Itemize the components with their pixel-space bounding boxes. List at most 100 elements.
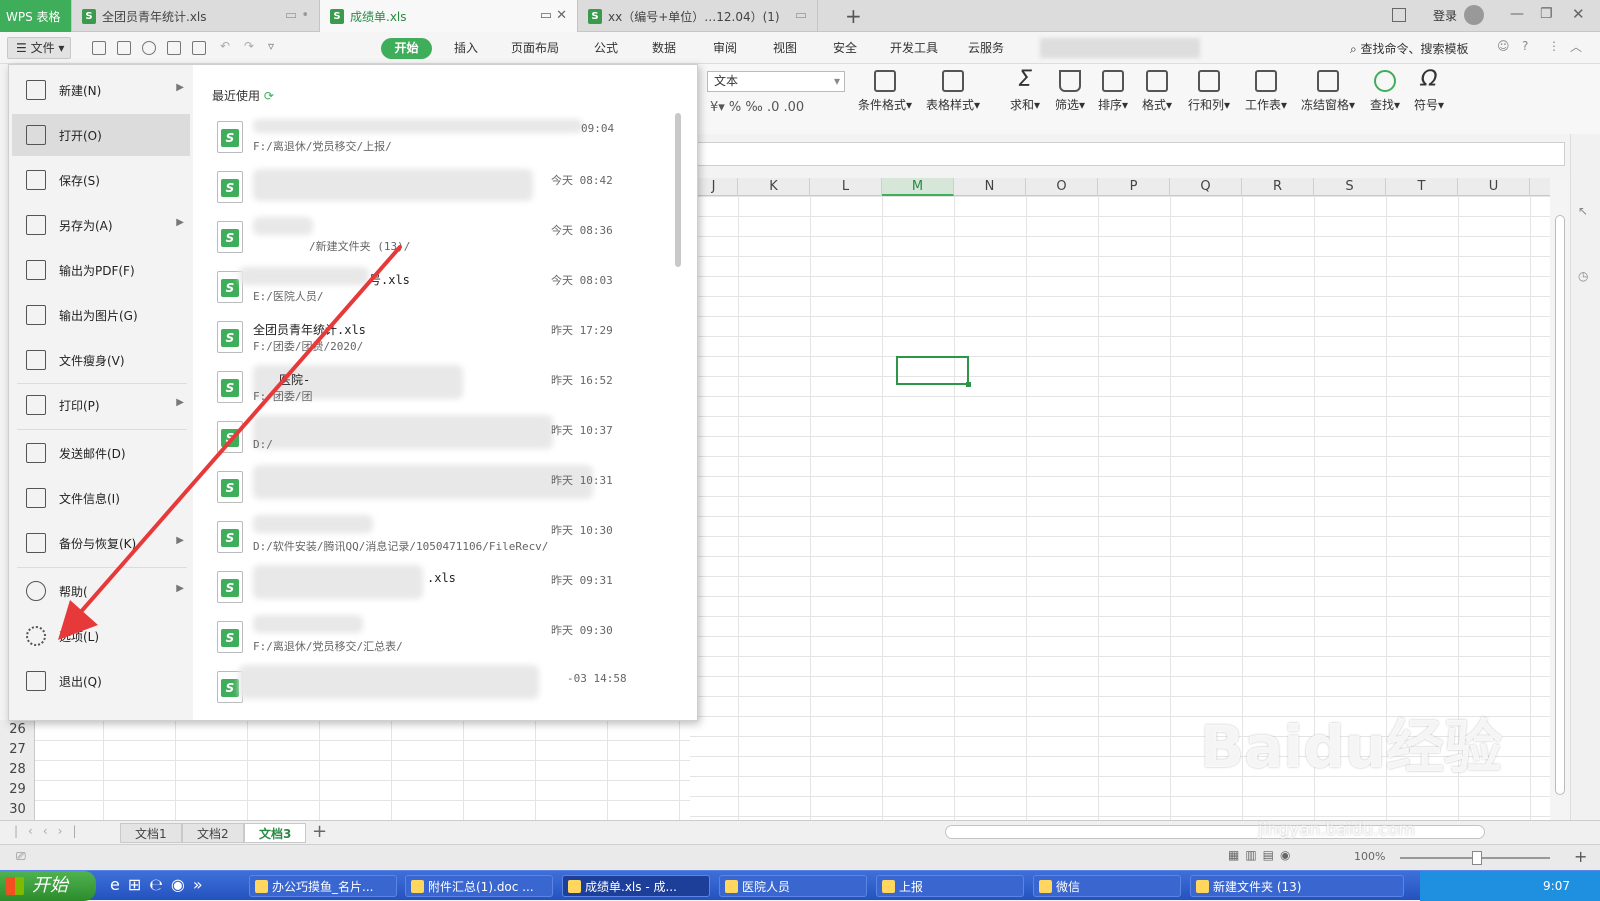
- column-header[interactable]: T: [1386, 178, 1458, 196]
- filter-button[interactable]: 筛选▾: [1055, 70, 1085, 113]
- menu-export-pdf[interactable]: 输出为PDF(F): [12, 249, 190, 291]
- conditional-format-button[interactable]: 条件格式▾: [858, 70, 912, 113]
- refresh-icon[interactable]: ⟳: [264, 89, 274, 103]
- row-header[interactable]: 29: [0, 780, 35, 800]
- row-header[interactable]: 26: [0, 720, 35, 740]
- menu-open[interactable]: 打开(O): [12, 114, 190, 156]
- doc-tab-1[interactable]: S 全团员青年统计.xls ▭ •: [72, 0, 320, 32]
- sheet-tab-active[interactable]: 文档3: [244, 823, 307, 843]
- tab-review[interactable]: 审阅: [713, 39, 737, 56]
- menu-backup[interactable]: 备份与恢复(K) ▶: [12, 522, 190, 564]
- recent-file-item[interactable]: -03 14:58: [209, 665, 679, 715]
- menu-help[interactable]: 帮助(▶: [12, 570, 190, 612]
- menu-file-info[interactable]: 文件信息(I): [12, 477, 190, 519]
- doc-tab-3[interactable]: Sxx（编号+单位）…12.04）(1) ▭: [578, 0, 818, 32]
- recent-file-item[interactable]: .xls 昨天 09:31: [209, 565, 679, 615]
- zoom-in-icon[interactable]: +: [1574, 847, 1587, 866]
- selected-cell[interactable]: [896, 356, 971, 387]
- menu-new[interactable]: 新建(N) ▶: [12, 69, 190, 111]
- column-header[interactable]: U: [1458, 178, 1530, 196]
- zoom-level[interactable]: 100%: [1354, 850, 1385, 863]
- doc-tab-2[interactable]: S 成绩单.xls ▭ ✕: [320, 0, 578, 32]
- column-header[interactable]: S: [1314, 178, 1386, 196]
- layout-icon[interactable]: [1392, 8, 1406, 22]
- row-header[interactable]: 27: [0, 740, 35, 760]
- tab-data[interactable]: 数据: [652, 39, 676, 56]
- menu-print[interactable]: 打印(P) ▶: [12, 384, 190, 426]
- help-icon[interactable]: ?: [1522, 39, 1528, 53]
- app-tab[interactable]: WPS 表格: [0, 0, 72, 32]
- tab-page-layout[interactable]: 页面布局: [511, 39, 559, 56]
- quicklaunch-icons[interactable]: e⊞℮◉»: [110, 875, 211, 894]
- menu-send-mail[interactable]: 发送邮件(D): [12, 432, 190, 474]
- recent-file-item[interactable]: F:/离退休/党员移交/上报/09:04: [209, 115, 679, 165]
- recent-file-item[interactable]: D:/软件安装/腾讯QQ/消息记录/1050471106/FileRecv/昨天…: [209, 515, 679, 565]
- menu-slim-file[interactable]: 文件瘦身(V): [12, 339, 190, 381]
- symbol-button[interactable]: Ω 符号▾: [1414, 69, 1444, 113]
- vertical-scroll-thumb[interactable]: [1555, 215, 1565, 795]
- cell-grid-lower[interactable]: [35, 720, 690, 820]
- sheet-tab[interactable]: 文档2: [182, 823, 244, 843]
- undo-icon[interactable]: ↶: [220, 39, 230, 53]
- taskbar-item[interactable]: 新建文件夹 (13): [1190, 875, 1404, 897]
- pin-icon[interactable]: ▭ •: [285, 8, 309, 23]
- find-button[interactable]: 查找▾: [1370, 70, 1400, 113]
- recent-file-item[interactable]: 号.xls E:/医院人员/今天 08:03: [209, 265, 679, 315]
- command-search[interactable]: ⌕ 查找命令、搜索模板: [1350, 40, 1469, 57]
- column-header[interactable]: O: [1026, 178, 1098, 196]
- format-button[interactable]: 格式▾: [1142, 70, 1172, 113]
- sheet-tab[interactable]: 文档1: [120, 823, 182, 843]
- taskbar-item[interactable]: 医院人员: [719, 875, 867, 897]
- macro-icon[interactable]: ⎚: [16, 849, 26, 864]
- menu-save[interactable]: 保存(S): [12, 159, 190, 201]
- column-header[interactable]: N: [954, 178, 1026, 196]
- more-icon[interactable]: ⋮: [1548, 39, 1560, 53]
- currency-percent-icons[interactable]: ¥▾ % ‰ .0 .00: [710, 100, 804, 115]
- open-icon[interactable]: [92, 41, 106, 55]
- menu-save-as[interactable]: 另存为(A) ▶: [12, 204, 190, 246]
- restore-icon[interactable]: ❐: [1540, 6, 1553, 22]
- recent-file-item[interactable]: 全团员青年统计.xls F:/团委/团费/2020/昨天 17:29: [209, 315, 679, 365]
- view-mode-icons[interactable]: ▦▥▤◉: [1228, 848, 1296, 862]
- zoom-slider-thumb[interactable]: [1472, 851, 1482, 865]
- tab-formula[interactable]: 公式: [594, 39, 618, 56]
- table-style-button[interactable]: 表格样式▾: [926, 70, 980, 113]
- new-tab-icon[interactable]: +: [845, 4, 862, 28]
- column-header[interactable]: R: [1242, 178, 1314, 196]
- tab-view[interactable]: 视图: [773, 39, 797, 56]
- recent-file-item[interactable]: 昨天 10:31: [209, 465, 679, 515]
- tab-developer[interactable]: 开发工具: [890, 39, 938, 56]
- taskbar-item[interactable]: 办公巧摸鱼_名片...: [249, 875, 397, 897]
- column-header[interactable]: Q: [1170, 178, 1242, 196]
- recent-file-item[interactable]: /新建文件夹 (13)/ 今天 08:36: [209, 215, 679, 265]
- column-header[interactable]: L: [810, 178, 882, 196]
- freeze-panes-button[interactable]: 冻结窗格▾: [1301, 70, 1355, 113]
- recent-list-scrollbar[interactable]: [675, 113, 681, 267]
- number-format-select[interactable]: 文本 ▾: [707, 71, 845, 92]
- taskbar-item[interactable]: 上报: [876, 875, 1024, 897]
- worksheet-button[interactable]: 工作表▾: [1245, 70, 1287, 113]
- pin-icon[interactable]: ▭: [795, 8, 807, 23]
- sheet-nav-arrows[interactable]: |‹‹›|: [14, 824, 86, 838]
- tab-insert[interactable]: 插入: [454, 39, 478, 56]
- collapse-ribbon-icon[interactable]: ︿: [1570, 38, 1582, 55]
- menu-options[interactable]: 选项(L): [12, 615, 190, 657]
- recent-file-item[interactable]: 医院- F:/团委/团 昨天 16:52: [209, 365, 679, 415]
- tab-security[interactable]: 安全: [833, 39, 857, 56]
- row-header[interactable]: 30: [0, 800, 35, 820]
- row-header[interactable]: 28: [0, 760, 35, 780]
- sum-button[interactable]: Σ 求和▾: [1010, 69, 1040, 113]
- tab-cloud[interactable]: 云服务: [968, 39, 1004, 56]
- save-icon[interactable]: [117, 41, 131, 55]
- cursor-icon[interactable]: ↖: [1578, 204, 1588, 218]
- file-menu-button[interactable]: ☰ 文件 ▾: [7, 37, 71, 59]
- preview-icon[interactable]: [192, 41, 206, 55]
- taskbar-item[interactable]: 附件汇总(1).doc ...: [405, 875, 553, 897]
- minimize-icon[interactable]: —: [1510, 6, 1524, 22]
- column-header[interactable]: P: [1098, 178, 1170, 196]
- menu-export-image[interactable]: 输出为图片(G): [12, 294, 190, 336]
- recent-file-item[interactable]: 今天 08:42: [209, 165, 679, 215]
- tab-start[interactable]: 开始: [381, 38, 432, 59]
- find-icon[interactable]: [142, 41, 156, 55]
- taskbar-item[interactable]: 微信: [1033, 875, 1181, 897]
